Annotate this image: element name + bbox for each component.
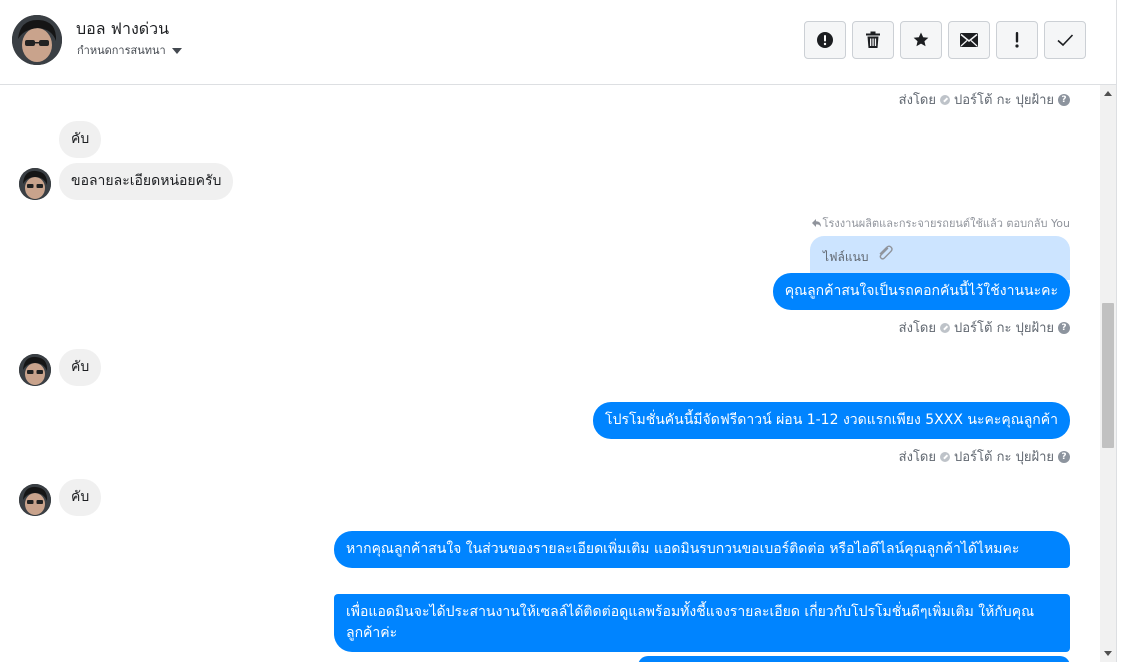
sent-by-line: ส่งโดย ปอร์โต้ กะ ปุยฝ้าย ?: [899, 446, 1070, 467]
outgoing-message-partial[interactable]: [638, 656, 1070, 662]
sent-by-agent[interactable]: ปอร์โต้ กะ ปุยฝ้าย: [954, 89, 1054, 110]
sent-by-prefix: ส่งโดย: [898, 450, 936, 465]
incoming-message[interactable]: ขอลายละเอียดหน่อยครับ: [59, 163, 234, 200]
sent-by-line: ส่งโดย ปอร์โต้ กะ ปุยฝ้าย ?: [899, 317, 1070, 338]
contact-name[interactable]: บอล ฟางด่วน: [76, 17, 169, 42]
sent-by-agent[interactable]: ปอร์โต้ กะ ปุยฝ้าย: [954, 446, 1054, 467]
help-icon[interactable]: ?: [1058, 93, 1070, 106]
mark-done-button[interactable]: [1044, 21, 1086, 59]
help-icon[interactable]: ?: [1058, 321, 1070, 334]
help-icon[interactable]: ?: [1058, 450, 1070, 463]
check-icon: [1057, 34, 1074, 47]
follow-up-button[interactable]: [996, 21, 1038, 59]
star-icon: [913, 32, 929, 47]
agent-status-icon: [940, 94, 950, 105]
scroll-up-arrow-icon[interactable]: [1104, 91, 1112, 96]
agent-status-icon: [940, 322, 950, 333]
trash-icon: [866, 31, 880, 48]
sent-by-prefix: ส่งโดย: [898, 93, 936, 108]
contact-avatar-small: [19, 168, 51, 200]
assign-label: กำหนดการสนทนา: [77, 44, 166, 57]
mark-unread-button[interactable]: [948, 21, 990, 59]
panel-divider: [1116, 0, 1117, 662]
reply-arrow-icon: [811, 219, 821, 227]
contact-avatar-small: [19, 484, 51, 516]
reply-context-note: โรงงานผลิตและกระจายรถยนต์ใช้แล้ว ตอบกลับ…: [811, 214, 1070, 232]
incoming-message[interactable]: คับ: [59, 479, 102, 516]
sent-by-prefix: ส่งโดย: [898, 321, 936, 336]
contact-avatar[interactable]: [12, 15, 62, 65]
delete-button[interactable]: [852, 21, 894, 59]
outgoing-message[interactable]: เพื่อแอดมินจะได้ประสานงานให้เซลล์ได้ติดต…: [334, 594, 1070, 652]
agent-status-icon: [940, 451, 950, 462]
chevron-down-icon: [171, 47, 182, 54]
scroll-down-arrow-icon[interactable]: [1104, 651, 1112, 656]
sent-by-line: ส่งโดย ปอร์โต้ กะ ปุยฝ้าย ?: [899, 89, 1070, 110]
paperclip-icon: [879, 245, 894, 260]
assign-conversation-dropdown[interactable]: กำหนดการสนทนา: [77, 41, 182, 59]
alert-circle-icon: [817, 32, 833, 48]
message-scrollbar[interactable]: [1100, 85, 1116, 662]
star-button[interactable]: [900, 21, 942, 59]
outgoing-message[interactable]: หากคุณลูกค้าสนใจ ในส่วนของรายละเอียดเพิ่…: [334, 531, 1070, 568]
contact-avatar-small: [19, 354, 51, 386]
spam-alert-button[interactable]: [804, 21, 846, 59]
outgoing-message[interactable]: คุณลูกค้าสนใจเป็นรถคอกคันนี้ไว้ใช้งานนะค…: [772, 273, 1070, 310]
scroll-thumb[interactable]: [1102, 303, 1114, 448]
envelope-icon: [960, 33, 978, 47]
outgoing-message[interactable]: โปรโมชั่นคันนี้มีจัดฟรีดาวน์ ผ่อน 1-12 ง…: [593, 402, 1070, 439]
conversation-header: บอล ฟางด่วน กำหนดการสนทนา: [0, 0, 1117, 85]
incoming-message[interactable]: คับ: [59, 121, 102, 158]
sent-by-agent[interactable]: ปอร์โต้ กะ ปุยฝ้าย: [954, 317, 1054, 338]
exclamation-icon: [1015, 32, 1019, 48]
conversation-toolbar: [804, 21, 1086, 59]
incoming-message[interactable]: คับ: [59, 349, 102, 386]
